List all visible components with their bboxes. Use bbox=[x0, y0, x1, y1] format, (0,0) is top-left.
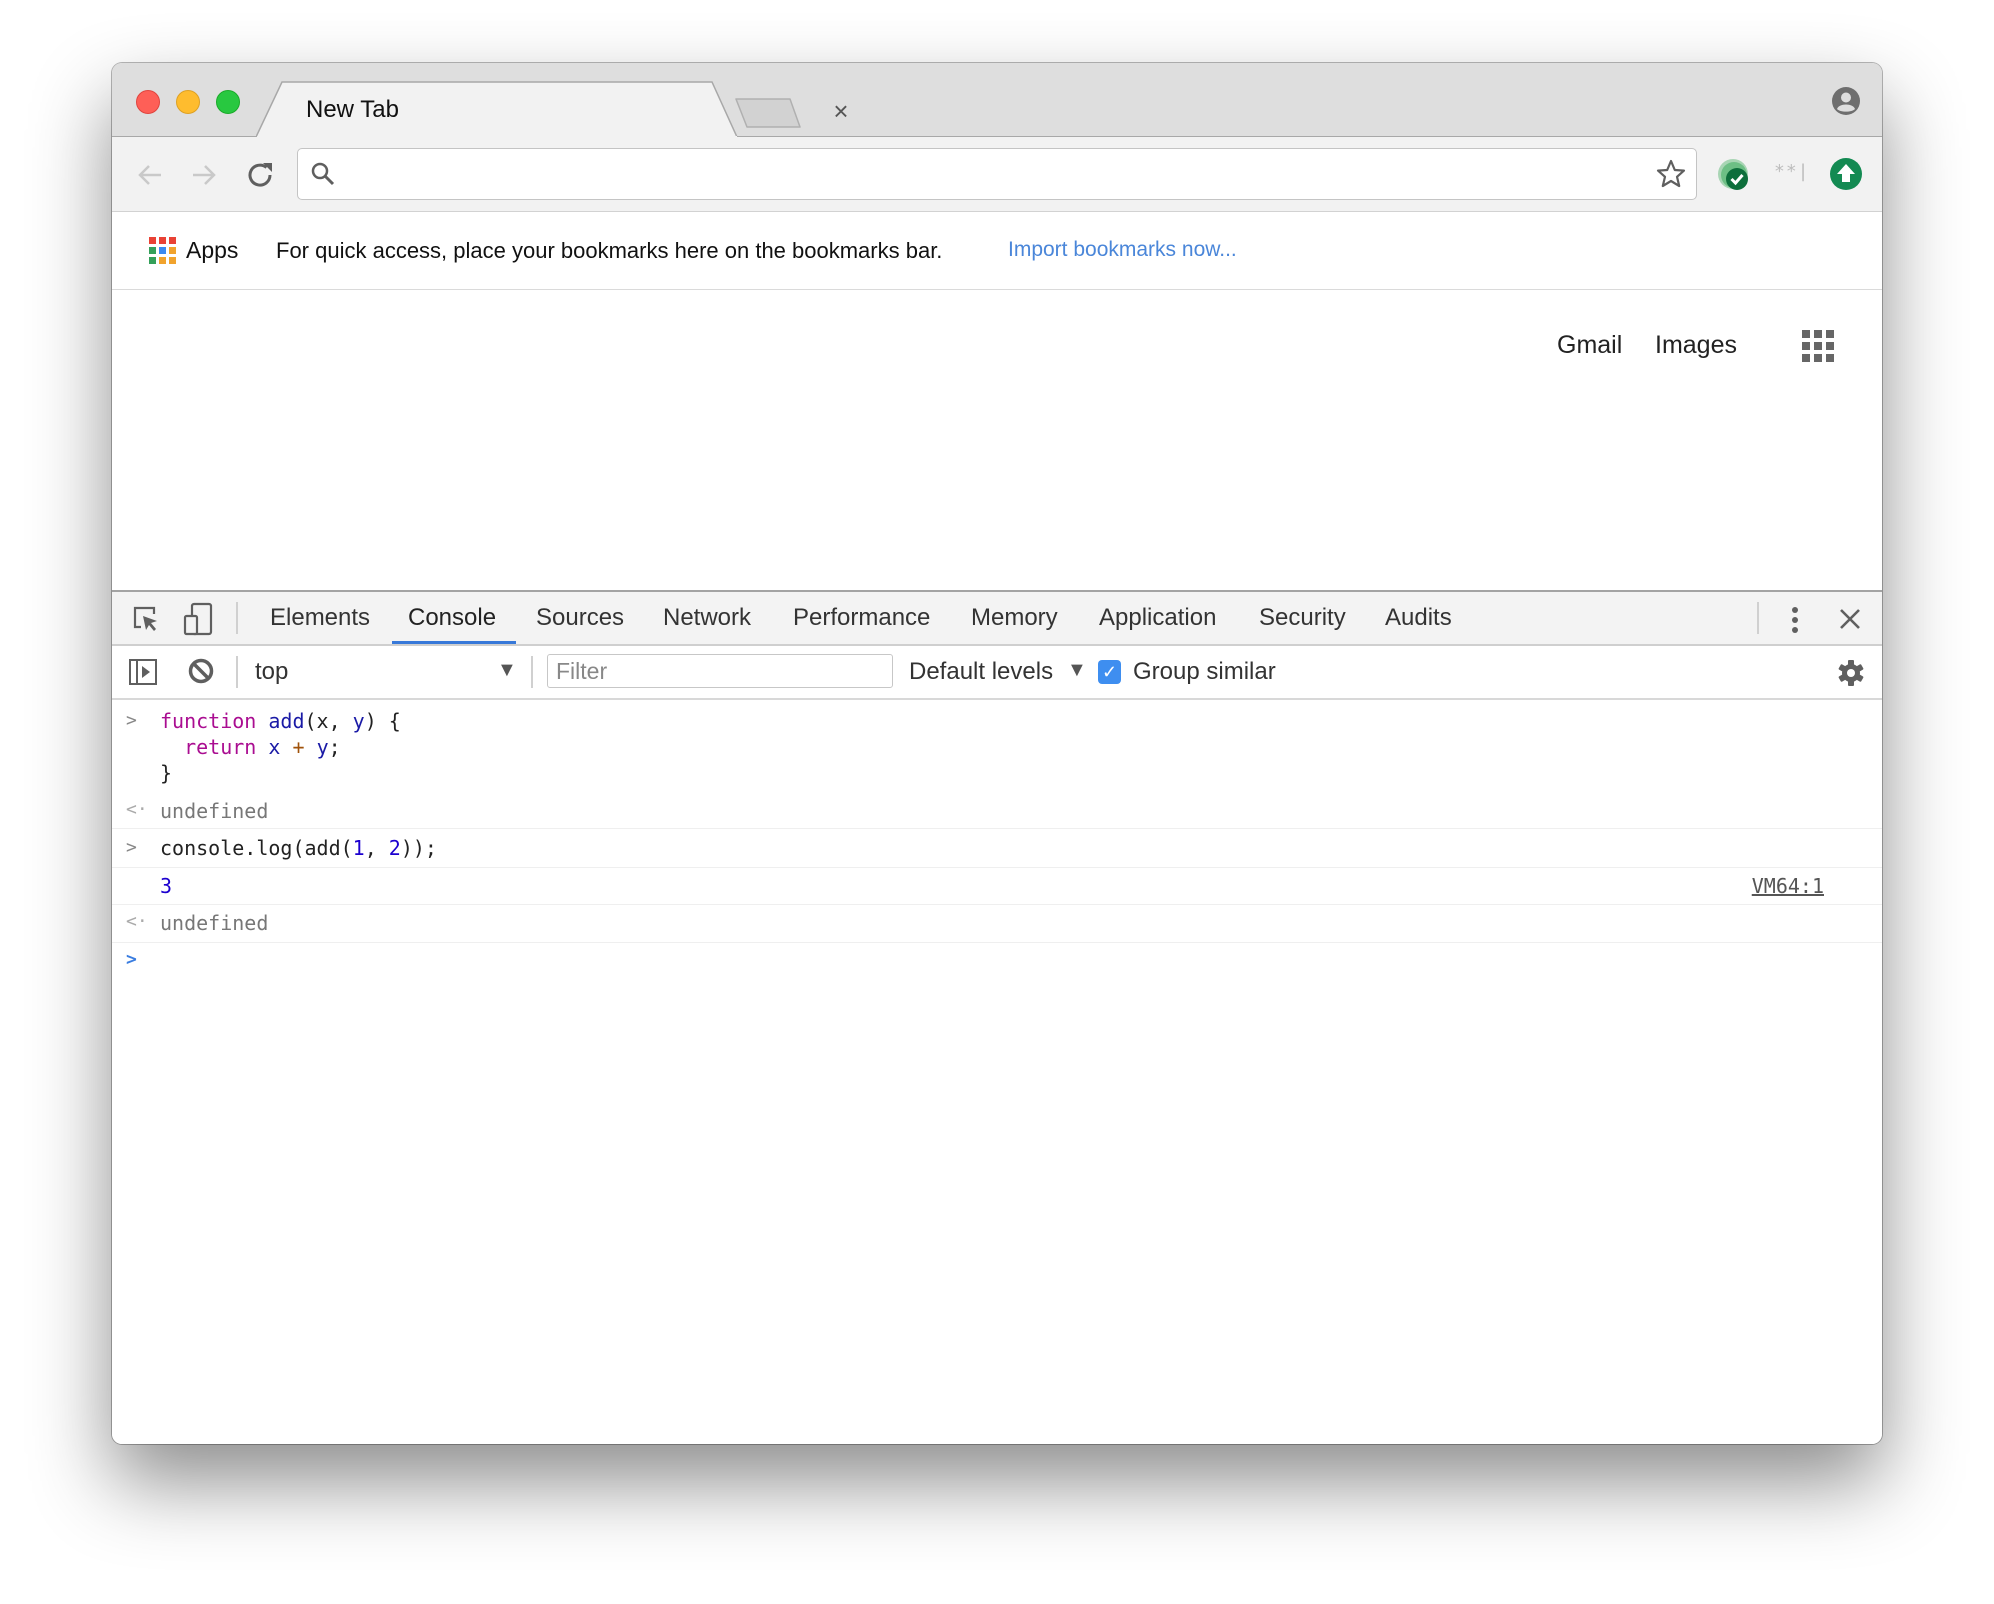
close-devtools-icon[interactable] bbox=[1838, 607, 1862, 631]
group-similar-checkbox[interactable]: ✓ bbox=[1098, 660, 1121, 684]
new-tab-button[interactable] bbox=[734, 97, 804, 131]
apps-icon[interactable] bbox=[149, 237, 176, 264]
show-sidebar-icon[interactable] bbox=[128, 658, 158, 686]
result-value: undefined bbox=[160, 911, 269, 935]
device-toolbar-icon[interactable] bbox=[183, 602, 213, 636]
gmail-link[interactable]: Gmail bbox=[1557, 331, 1622, 360]
console-result-entry: <· undefined bbox=[112, 795, 1882, 829]
bookmarks-bar: Apps For quick access, place your bookma… bbox=[112, 212, 1882, 290]
tab-sources[interactable]: Sources bbox=[536, 604, 624, 644]
images-link[interactable]: Images bbox=[1655, 331, 1737, 360]
close-window-button[interactable] bbox=[136, 90, 160, 114]
google-apps-icon[interactable] bbox=[1802, 330, 1836, 364]
tab-elements[interactable]: Elements bbox=[270, 604, 370, 644]
console-filter-input[interactable] bbox=[547, 654, 893, 688]
console-toolbar: top ▼ Default levels ▼ ✓ Group similar bbox=[112, 646, 1882, 700]
import-bookmarks-link[interactable]: Import bookmarks now... bbox=[1008, 238, 1237, 262]
maximize-window-button[interactable] bbox=[216, 90, 240, 114]
toolbar-divider bbox=[236, 656, 238, 688]
input-prompt-icon: > bbox=[126, 837, 137, 858]
tab-new-tab[interactable]: New Tab × bbox=[256, 81, 849, 138]
result-arrow-icon: <· bbox=[126, 911, 148, 932]
group-similar-label[interactable]: Group similar bbox=[1133, 658, 1276, 686]
console-code: function add(x, y) { return x + y; } bbox=[160, 708, 401, 786]
active-prompt-icon: > bbox=[126, 949, 137, 970]
profile-avatar-icon[interactable] bbox=[1831, 86, 1861, 116]
tab-application[interactable]: Application bbox=[1099, 604, 1216, 644]
update-upload-icon[interactable] bbox=[1829, 157, 1863, 191]
forward-arrow-icon[interactable] bbox=[190, 161, 218, 189]
code-text: )); bbox=[400, 836, 437, 860]
search-icon bbox=[311, 162, 335, 186]
omnibox-input[interactable] bbox=[348, 155, 1632, 193]
active-tab-indicator bbox=[392, 641, 516, 644]
code-function-name: add bbox=[268, 709, 305, 733]
log-value: 3 bbox=[160, 874, 173, 898]
console-settings-gear-icon[interactable] bbox=[1837, 659, 1865, 687]
toolbar-divider bbox=[1757, 602, 1759, 634]
console-output: > function add(x, y) { return x + y; } <… bbox=[112, 700, 1882, 983]
result-value: undefined bbox=[160, 799, 269, 823]
dropdown-arrow-icon[interactable]: ▼ bbox=[497, 659, 517, 682]
source-location-link[interactable]: VM64:1 bbox=[1752, 874, 1824, 898]
dropdown-arrow-icon[interactable]: ▼ bbox=[1067, 659, 1087, 682]
console-input-entry: > console.log(add(1, 2)); bbox=[112, 829, 1882, 868]
bookmarks-hint: For quick access, place your bookmarks h… bbox=[276, 238, 943, 263]
context-selector[interactable]: top bbox=[255, 658, 288, 686]
tab-security[interactable]: Security bbox=[1259, 604, 1346, 644]
minimize-window-button[interactable] bbox=[176, 90, 200, 114]
code-param: y bbox=[352, 709, 365, 733]
tab-strip: New Tab × bbox=[112, 63, 1882, 138]
tab-title: New Tab bbox=[306, 96, 399, 123]
devtools-panel: Elements Console Sources Network Perform… bbox=[112, 590, 1882, 1444]
tab-close-icon[interactable]: × bbox=[828, 98, 854, 124]
omnibox[interactable] bbox=[297, 148, 1697, 200]
code-keyword: return bbox=[184, 735, 257, 759]
code-identifier: x bbox=[268, 735, 281, 759]
bookmark-star-icon[interactable] bbox=[1656, 159, 1686, 189]
tab-performance[interactable]: Performance bbox=[793, 604, 930, 644]
code-punct: ) { bbox=[364, 709, 401, 733]
code-operator: + bbox=[292, 735, 305, 759]
back-arrow-icon[interactable] bbox=[136, 161, 164, 189]
log-levels-dropdown[interactable]: Default levels bbox=[909, 658, 1053, 686]
code-number: 2 bbox=[388, 836, 401, 860]
code-text: , bbox=[364, 836, 389, 860]
green-check-extension-icon[interactable] bbox=[1718, 159, 1752, 193]
console-code: console.log(add(1, 2)); bbox=[160, 836, 437, 860]
console-input-entry: > function add(x, y) { return x + y; } bbox=[112, 700, 1882, 795]
console-result-entry: <· undefined bbox=[112, 905, 1882, 943]
tab-memory[interactable]: Memory bbox=[971, 604, 1058, 644]
tab-console[interactable]: Console bbox=[408, 604, 496, 644]
tab-network[interactable]: Network bbox=[663, 604, 751, 644]
code-identifier: y bbox=[316, 735, 329, 759]
tab-audits[interactable]: Audits bbox=[1385, 604, 1452, 644]
code-params: (x, bbox=[304, 709, 353, 733]
clear-console-icon[interactable] bbox=[187, 657, 215, 685]
apps-shortcut[interactable]: Apps bbox=[186, 237, 238, 264]
browser-window: New Tab × **| Apps For quick access, pla… bbox=[112, 63, 1882, 1444]
code-number: 1 bbox=[352, 836, 365, 860]
console-prompt[interactable]: > bbox=[112, 943, 1882, 983]
more-options-kebab-icon[interactable] bbox=[1786, 605, 1804, 635]
console-log-entry: 3 VM64:1 bbox=[112, 868, 1882, 905]
toolbar-divider bbox=[236, 602, 238, 634]
page-content: Gmail Images bbox=[112, 290, 1882, 591]
input-prompt-icon: > bbox=[126, 710, 137, 731]
code-text: console.log(add( bbox=[160, 836, 353, 860]
code-punct: ; bbox=[328, 735, 341, 759]
toolbar-divider bbox=[531, 656, 533, 688]
devtools-tab-bar: Elements Console Sources Network Perform… bbox=[112, 592, 1882, 646]
code-punct: } bbox=[160, 761, 173, 785]
result-arrow-icon: <· bbox=[126, 799, 148, 820]
browser-toolbar: **| bbox=[112, 137, 1882, 212]
password-extension-icon[interactable]: **| bbox=[1774, 161, 1809, 187]
reload-icon[interactable] bbox=[246, 160, 276, 190]
inspect-element-icon[interactable] bbox=[132, 605, 160, 633]
code-keyword: function bbox=[160, 709, 257, 733]
